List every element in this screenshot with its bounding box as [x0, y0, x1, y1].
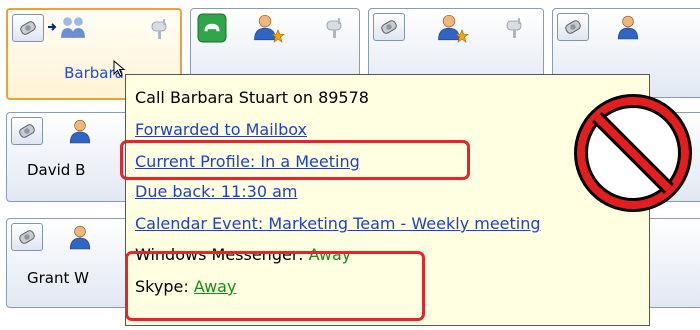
person-icon: [67, 118, 93, 144]
phone-button[interactable]: [11, 223, 43, 251]
tooltip-dueback-link[interactable]: Due back: 11:30 am: [135, 180, 297, 204]
phone-button[interactable]: [557, 13, 589, 41]
phone-icon: [14, 120, 40, 142]
person-icon: [67, 224, 93, 250]
phone-icon: [376, 16, 402, 38]
profile-highlight-box: [120, 140, 470, 180]
tooltip-forwarded-link[interactable]: Forwarded to Mailbox: [135, 118, 307, 142]
im-status-highlight-box: [125, 251, 425, 321]
mailbox-icon[interactable]: [503, 15, 527, 39]
phone-button[interactable]: [373, 13, 405, 41]
phone-icon: [14, 226, 40, 248]
tooltip-call-line[interactable]: Call Barbara Stuart on 89578: [135, 86, 369, 110]
forward-arrow-icon: [47, 21, 59, 33]
person-icon: [615, 14, 641, 40]
busy-star-icon: [455, 29, 469, 43]
phone-icon: [560, 16, 586, 38]
busy-star-icon: [271, 29, 285, 43]
group-icon: [60, 14, 86, 40]
phone-button[interactable]: [11, 117, 43, 145]
no-entry-icon: [574, 94, 692, 212]
phone-icon: [15, 17, 41, 39]
call-active-icon[interactable]: [197, 13, 227, 43]
phone-button[interactable]: [12, 14, 44, 42]
mailbox-icon[interactable]: [323, 15, 347, 39]
tooltip-calendar-link[interactable]: Calendar Event: Marketing Team - Weekly …: [135, 212, 541, 236]
mailbox-icon[interactable]: [148, 16, 172, 40]
